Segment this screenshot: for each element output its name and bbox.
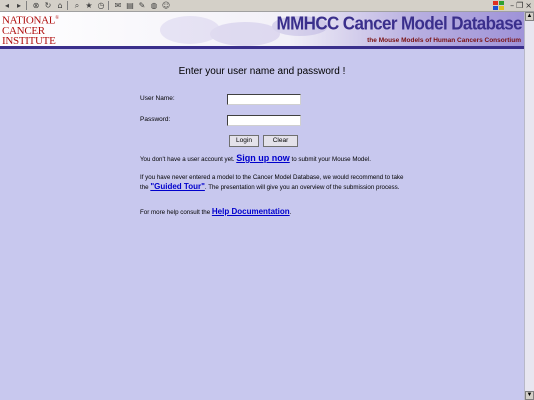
help-suffix: . [289,209,292,216]
clear-button[interactable]: Clear [263,135,298,147]
login-button[interactable]: Login [229,135,259,147]
toolbar-divider [26,1,27,10]
help-prefix: For more help consult the [140,209,212,216]
discuss-icon[interactable]: ◍ [149,1,159,10]
print-icon[interactable]: ▤ [125,1,135,10]
app-title: MMHCC Cancer Model Database [276,13,523,34]
toolbar-divider [108,1,109,10]
search-icon[interactable]: ⌕ [72,1,82,10]
favorites-icon[interactable]: ★ [84,1,94,10]
mail-icon[interactable]: ✉ [113,1,123,10]
stop-icon[interactable]: ⊗ [31,1,41,10]
back-icon[interactable]: ◂ [2,1,12,10]
history-icon[interactable]: ◷ [96,1,106,10]
minimize-button[interactable]: – [510,1,514,10]
username-label: User Name: [140,95,175,102]
window-controls: – ❐ × [493,1,532,10]
edit-icon[interactable]: ✎ [137,1,147,10]
password-label: Password: [140,116,171,123]
tour-suffix: . The presentation will give you an over… [204,184,400,191]
restore-button[interactable]: ❐ [516,1,523,10]
logo-registered-mark: ® [55,16,59,21]
help-documentation-link[interactable]: Help Documentation [212,207,290,216]
guided-tour-link[interactable]: "Guided Tour" [150,182,205,191]
home-icon[interactable]: ⌂ [55,1,65,10]
page-heading: Enter your user name and password ! [178,66,346,77]
logo-line-3: INSTITUTE [2,34,56,47]
vertical-scrollbar[interactable]: ▲ ▼ [524,12,534,400]
scroll-up-icon[interactable]: ▲ [525,12,534,21]
signup-paragraph: You don't have a user account yet. Sign … [140,154,410,164]
refresh-icon[interactable]: ↻ [43,1,53,10]
username-input[interactable] [227,94,301,105]
browser-toolbar: ◂ ▸ ⊗ ↻ ⌂ ⌕ ★ ◷ ✉ ▤ ✎ ◍ ☺ – ❐ × [0,0,534,12]
signup-suffix: to submit your Mouse Model. [289,156,371,163]
tour-paragraph: If you have never entered a model to the… [140,173,410,192]
forward-icon[interactable]: ▸ [14,1,24,10]
site-header: NATIONAL® CANCER INSTITUTE MMHCC Cancer … [0,12,524,49]
windows-logo-icon [493,1,505,10]
app-subtitle: the Mouse Models of Human Cancers Consor… [367,37,521,44]
nci-logo[interactable]: NATIONAL® CANCER INSTITUTE [2,14,59,46]
toolbar-divider [67,1,68,10]
password-input[interactable] [227,115,301,126]
messenger-icon[interactable]: ☺ [161,1,171,10]
signup-link[interactable]: Sign up now [236,153,290,163]
scroll-down-icon[interactable]: ▼ [525,391,534,400]
close-button[interactable]: × [525,1,532,10]
signup-prefix: You don't have a user account yet. [140,156,237,163]
help-paragraph: For more help consult the Help Documenta… [140,207,410,217]
